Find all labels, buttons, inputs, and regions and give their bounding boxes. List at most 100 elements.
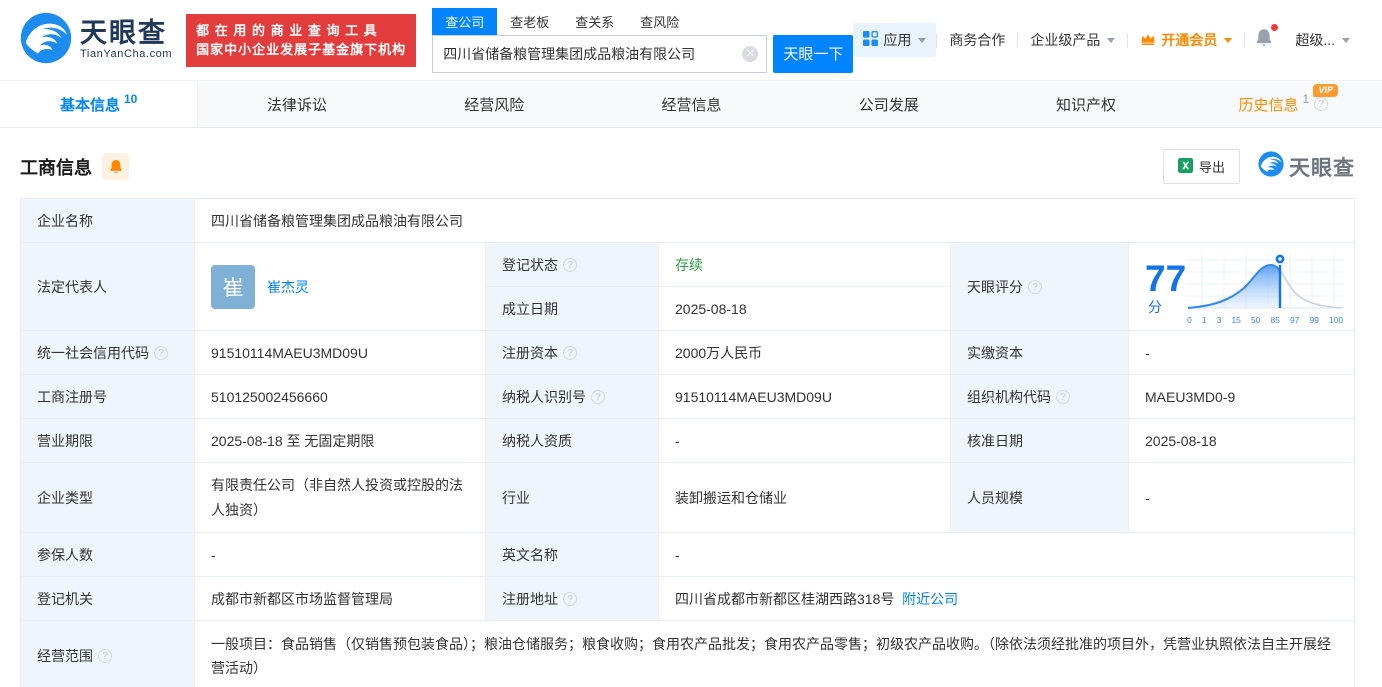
help-icon[interactable]: ? [563, 257, 577, 272]
reg-number-label: 工商注册号 [21, 375, 195, 419]
insured-label: 参保人数 [21, 533, 195, 577]
table-row: 登记机关 成都市新都区市场监督管理局 注册地址? 四川省成都市新都区桂湖西路31… [21, 577, 1354, 621]
help-icon[interactable]: ? [591, 389, 605, 404]
tab-operation-risk[interactable]: 经营风险 [396, 81, 593, 127]
tab-history-info[interactable]: VIP 历史信息 1 ? [1185, 81, 1382, 127]
reg-capital-label: 注册资本? [486, 331, 659, 375]
avatar[interactable]: 崔 [211, 264, 255, 309]
org-code-label: 组织机构代码? [951, 375, 1129, 419]
reg-capital-value: 2000万人民币 [659, 331, 951, 375]
vip-badge: VIP [1313, 84, 1338, 97]
score-axis: 01 3 15 50 85 97 99 100 [1187, 315, 1344, 325]
tianyancha-swirl-icon [20, 12, 72, 69]
logo-name: 天眼查 [80, 18, 167, 49]
tab-intellectual-property[interactable]: 知识产权 [987, 81, 1184, 127]
business-scope-value: 一般项目：食品销售（仅销售预包装食品）；粮油仓储服务；粮食收购；食用农产品批发；… [195, 621, 1354, 687]
taxpayer-id-value: 91510114MAEU3MD09U [659, 375, 951, 419]
score-value: 77分 0 1 3 15 50 85 97 99 100 [1129, 243, 1355, 331]
reg-address-value: 四川省成都市新都区桂湖西路318号 附近公司 [659, 577, 1354, 621]
help-icon[interactable]: ? [154, 345, 168, 360]
search-tab-risk[interactable]: 查风险 [627, 8, 692, 35]
legal-rep-label: 法定代表人 [21, 243, 195, 331]
paid-capital-value: - [1129, 331, 1354, 375]
crown-icon [1140, 32, 1156, 49]
help-icon[interactable]: ? [1028, 279, 1042, 294]
top-menu: 应用 商务合作 企业级产品 开通会员 超级... [853, 23, 1362, 57]
help-icon[interactable]: ? [1314, 97, 1329, 111]
reg-authority-label: 登记机关 [21, 577, 195, 621]
search-tab-company[interactable]: 查公司 [432, 7, 498, 35]
credit-code-value: 91510114MAEU3MD09U [195, 331, 486, 375]
search-tab-boss[interactable]: 查老板 [497, 8, 562, 35]
company-nav-tabs: 基本信息 10 法律诉讼 经营风险 经营信息 公司发展 知识产权 VIP 历史信息… [0, 80, 1382, 128]
export-button[interactable]: 导出 [1162, 149, 1240, 184]
insured-value: - [195, 533, 486, 577]
company-name-label: 企业名称 [21, 199, 195, 243]
company-type-value: 有限责任公司（非自然人投资或控股的法人独资） [195, 463, 486, 533]
table-row: 经营范围? 一般项目：食品销售（仅销售预包装食品）；粮油仓储服务；粮食收购；食用… [21, 621, 1354, 687]
notification-bell-icon[interactable] [1245, 24, 1283, 52]
english-name-value: - [659, 533, 1354, 577]
section-header: 工商信息 导出 天眼查 [20, 128, 1355, 198]
business-term-label: 营业期限 [21, 419, 195, 463]
credit-code-label: 统一社会信用代码? [21, 331, 195, 375]
help-icon[interactable]: ? [563, 591, 577, 606]
score-label: 天眼评分? [951, 243, 1129, 331]
nearby-companies-link[interactable]: 附近公司 [902, 589, 958, 609]
brand-slogan: 都 在 用 的 商 业 查 询 工 具 国家中小企业发展子基金旗下机构 [186, 13, 417, 67]
table-row: 企业名称 四川省储备粮管理集团成品粮油有限公司 [21, 199, 1354, 243]
chevron-down-icon [918, 37, 927, 43]
industry-label: 行业 [486, 463, 659, 533]
notification-dot [1271, 24, 1279, 31]
table-row: 法定代表人 崔 崔杰灵 登记状态? 存续 成立日期 2025-08-18 天眼评… [21, 243, 1355, 331]
paid-capital-label: 实缴资本 [951, 331, 1129, 375]
staff-size-value: - [1129, 463, 1354, 533]
user-account-menu[interactable]: 超级... [1283, 30, 1362, 50]
tianyancha-swirl-icon [1258, 151, 1284, 182]
search-input[interactable] [443, 45, 743, 62]
taxpayer-id-label: 纳税人识别号? [486, 375, 659, 419]
watermark-logo: 天眼查 [1258, 151, 1355, 182]
reg-number-value: 510125002456660 [195, 375, 486, 419]
clear-search-icon[interactable]: ✕ [742, 45, 759, 62]
section-title: 工商信息 [20, 157, 92, 178]
table-row: 工商注册号 510125002456660 纳税人识别号? 91510114MA… [21, 375, 1354, 419]
enterprise-product-menu[interactable]: 企业级产品 [1018, 30, 1127, 50]
help-icon[interactable]: ? [1056, 389, 1070, 404]
help-icon[interactable]: ? [98, 649, 112, 663]
business-coop-link[interactable]: 商务合作 [937, 30, 1017, 50]
apps-menu[interactable]: 应用 [853, 23, 937, 57]
tab-company-development[interactable]: 公司发展 [790, 81, 987, 127]
org-code-value: MAEU3MD0-9 [1129, 375, 1354, 419]
industry-value: 装卸搬运和仓储业 [659, 463, 951, 533]
search-button[interactable]: 天眼一下 [773, 34, 854, 73]
tab-legal-proceedings[interactable]: 法律诉讼 [198, 81, 395, 127]
business-term-value: 2025-08-18 至 无固定期限 [195, 419, 486, 463]
establish-date-label: 成立日期 [486, 287, 659, 331]
company-type-label: 企业类型 [21, 463, 195, 533]
chevron-down-icon [1107, 37, 1116, 43]
logo-domain: TianYanCha.com [80, 48, 173, 61]
table-row: 营业期限 2025-08-18 至 无固定期限 纳税人资质 - 核准日期 202… [21, 419, 1354, 463]
chevron-down-icon [1224, 37, 1233, 43]
chevron-down-icon [1342, 37, 1350, 43]
search-area: 查公司 查老板 查关系 查风险 ✕ 天眼一下 [432, 7, 854, 73]
business-scope-label: 经营范围? [21, 621, 195, 687]
approval-date-value: 2025-08-18 [1129, 419, 1354, 463]
excel-icon [1177, 157, 1193, 176]
search-tabs: 查公司 查老板 查关系 查风险 [432, 7, 853, 35]
establish-date-value: 2025-08-18 [659, 287, 951, 331]
legal-rep-link[interactable]: 崔杰灵 [267, 277, 309, 297]
reg-authority-value: 成都市新都区市场监督管理局 [195, 577, 486, 621]
tab-operation-info[interactable]: 经营信息 [593, 81, 790, 127]
subscribe-bell-icon[interactable] [102, 153, 129, 180]
help-icon[interactable]: ? [563, 345, 577, 360]
company-name-value: 四川省储备粮管理集团成品粮油有限公司 [195, 199, 1354, 243]
table-row: 统一社会信用代码? 91510114MAEU3MD09U 注册资本? 2000万… [21, 331, 1354, 375]
apps-grid-icon [863, 30, 879, 49]
open-vip-menu[interactable]: 开通会员 [1128, 30, 1244, 50]
tab-basic-info[interactable]: 基本信息 10 [0, 81, 199, 127]
top-header: 天眼查 TianYanCha.com 都 在 用 的 商 业 查 询 工 具 国… [0, 0, 1382, 80]
tianyancha-logo[interactable]: 天眼查 TianYanCha.com [20, 12, 172, 69]
search-tab-relation[interactable]: 查关系 [562, 8, 627, 35]
